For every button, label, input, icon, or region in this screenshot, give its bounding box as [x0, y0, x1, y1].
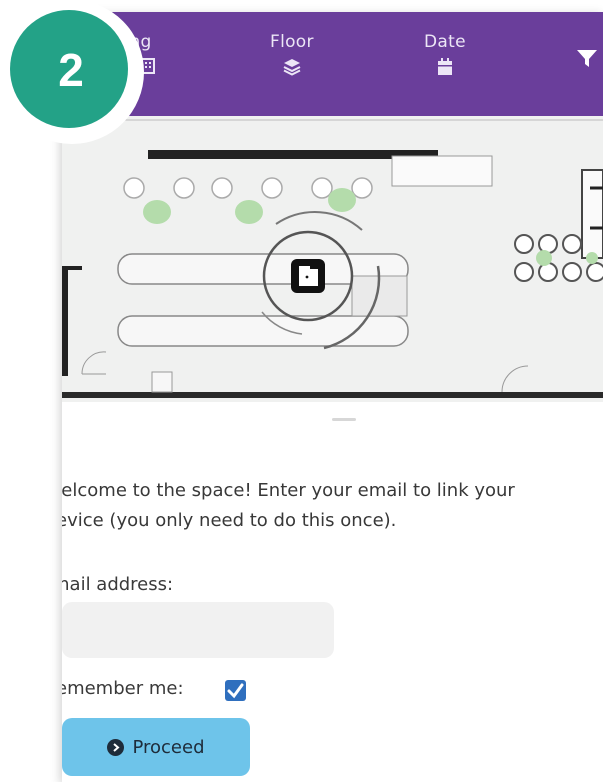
step-number: 2 — [58, 44, 84, 96]
remember-me-checkbox[interactable] — [225, 680, 246, 701]
floor-plan-map[interactable] — [62, 116, 603, 402]
email-input[interactable] — [62, 602, 334, 658]
step-badge-ring: 2 — [0, 0, 144, 144]
calendar-icon — [437, 58, 452, 75]
filter-icon — [577, 50, 597, 67]
step-badge: 2 — [10, 10, 128, 128]
nav-floor[interactable]: Floor — [270, 32, 314, 76]
arrow-circle-icon — [107, 738, 125, 756]
email-label: mail address: — [62, 574, 174, 595]
proceed-button[interactable]: Proceed — [62, 718, 250, 776]
nav-floor-label: Floor — [270, 32, 314, 52]
welcome-line-2: evice (you only need to do this once). — [62, 510, 397, 531]
floor-plan-drawing — [62, 119, 603, 398]
nav-date[interactable]: Date — [424, 32, 466, 76]
nav-date-label: Date — [424, 32, 466, 52]
welcome-line-1: Jelcome to the space! Enter your email t… — [62, 480, 515, 501]
nav-filter[interactable] — [577, 50, 597, 73]
drag-handle[interactable] — [332, 418, 356, 421]
app-card: lding Floor Date — [62, 12, 603, 782]
proceed-label: Proceed — [132, 736, 205, 758]
welcome-message: Jelcome to the space! Enter your email t… — [62, 476, 603, 536]
door-icon — [299, 266, 318, 286]
checkmark-icon — [227, 683, 244, 699]
remember-me-label: emember me: — [62, 678, 184, 699]
layers-icon — [283, 59, 301, 76]
